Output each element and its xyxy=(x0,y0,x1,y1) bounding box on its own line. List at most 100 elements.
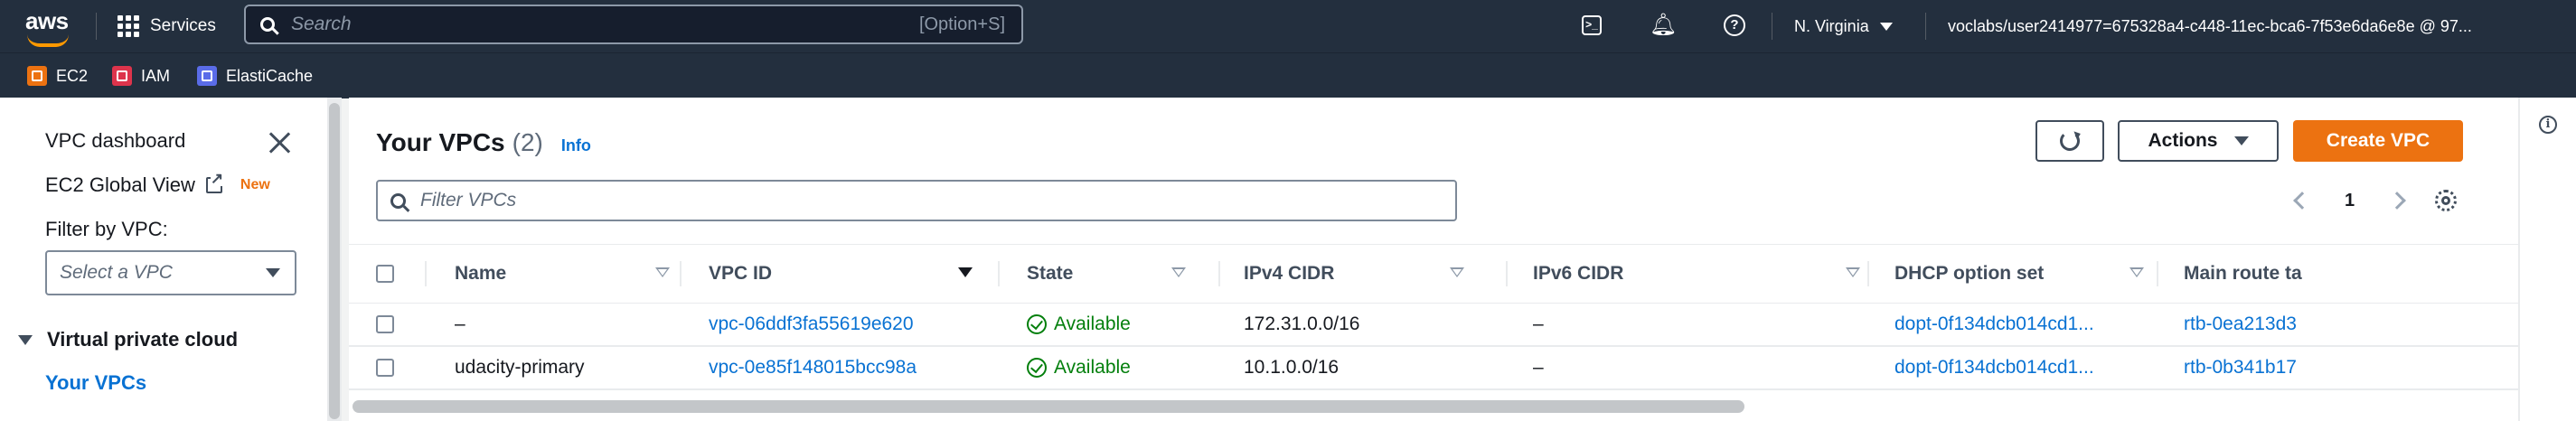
account-menu[interactable]: voclabs/user2414977=675328a4-c448-11ec-b… xyxy=(1948,13,2472,40)
help-button[interactable]: ? xyxy=(1720,11,1749,40)
next-page-icon[interactable] xyxy=(2388,192,2407,210)
gear-icon[interactable] xyxy=(2435,190,2457,211)
create-vpc-button[interactable]: Create VPC xyxy=(2293,120,2463,162)
elasticache-icon xyxy=(197,66,217,86)
global-view-label: EC2 Global View xyxy=(45,173,195,196)
refresh-button[interactable] xyxy=(2035,120,2104,162)
column-header-ipv4-cidr[interactable]: IPv4 CIDR xyxy=(1244,245,1497,303)
vpc-table-panel: Your VPCs (2) Info Actions Create VPC Fi… xyxy=(349,98,2518,421)
sidebar: VPC dashboard EC2 Global View New Filter… xyxy=(0,98,327,421)
sort-icon xyxy=(1171,267,1186,277)
cell-name: – xyxy=(455,313,465,334)
main-route-table-link[interactable]: rtb-0b341b17 xyxy=(2184,347,2509,388)
sort-icon xyxy=(1846,267,1860,277)
region-label: N. Virginia xyxy=(1794,16,1869,35)
actions-label: Actions xyxy=(2148,130,2218,151)
column-divider xyxy=(425,261,427,286)
favorite-label: IAM xyxy=(141,66,171,85)
section-virtual-private-cloud[interactable]: Virtual private cloud xyxy=(18,328,238,351)
nav-divider xyxy=(96,13,97,40)
column-header-dhcp-option-set[interactable]: DHCP option set xyxy=(1894,245,2157,303)
cell-ipv4-cidr: 172.31.0.0/16 xyxy=(1244,313,1360,334)
scrollbar-thumb[interactable] xyxy=(353,400,1744,413)
info-icon[interactable]: i xyxy=(2539,116,2557,134)
caret-down-icon xyxy=(2233,136,2249,145)
column-header-ipv6-cidr[interactable]: IPv6 CIDR xyxy=(1533,245,1894,303)
table-row[interactable]: – vpc-06ddf3fa55619e620 Available 172.31… xyxy=(349,304,2518,347)
services-label: Services xyxy=(150,16,216,35)
column-divider xyxy=(1218,261,1220,286)
sidebar-item-ec2-global-view[interactable]: EC2 Global View New xyxy=(45,171,270,197)
main-route-table-link[interactable]: rtb-0ea213d3 xyxy=(2184,304,2509,345)
aws-smile-icon xyxy=(27,34,69,47)
global-search-input[interactable]: Search [Option+S] xyxy=(244,5,1023,44)
sort-icon xyxy=(2129,267,2144,277)
column-label: DHCP option set xyxy=(1894,263,2045,284)
services-menu-button[interactable]: Services xyxy=(118,9,216,43)
column-header-state[interactable]: State xyxy=(1027,245,1208,303)
sidebar-item-vpc-dashboard[interactable]: VPC dashboard xyxy=(45,129,185,153)
section-label: Virtual private cloud xyxy=(47,328,239,351)
previous-page-icon[interactable] xyxy=(2293,192,2311,210)
favorite-label: ElastiCache xyxy=(226,66,314,85)
favorite-iam[interactable]: IAM xyxy=(112,64,170,88)
vpc-count: (2) xyxy=(512,128,543,156)
filter-by-vpc-label: Filter by VPC: xyxy=(45,218,168,240)
table-horizontal-scrollbar[interactable] xyxy=(349,396,2518,417)
close-icon[interactable] xyxy=(267,130,292,155)
column-header-main-route-table[interactable]: Main route ta xyxy=(2184,245,2518,303)
column-header-vpc-id[interactable]: VPC ID xyxy=(709,245,989,303)
current-page[interactable]: 1 xyxy=(2345,191,2355,211)
status-ok-icon xyxy=(1027,314,1047,334)
notifications-button[interactable]: 🔔︎ xyxy=(1649,11,1678,40)
terminal-icon: >_ xyxy=(1582,15,1602,35)
dhcp-option-set-link[interactable]: dopt-0f134dcb014cd1... xyxy=(1894,304,2094,345)
column-label: IPv4 CIDR xyxy=(1244,263,1335,284)
top-navigation: aws Services Search [Option+S] >_ 🔔︎ ? N… xyxy=(0,0,2576,52)
vpc-filter-select[interactable]: Select a VPC xyxy=(45,250,296,295)
cloudshell-button[interactable]: >_ xyxy=(1577,11,1606,40)
cell-ipv6-cidr: – xyxy=(1533,313,1544,334)
search-shortcut-hint: [Option+S] xyxy=(918,14,1005,34)
favorite-ec2[interactable]: EC2 xyxy=(27,64,88,88)
vpc-id-link[interactable]: vpc-0e85f148015bcc98a xyxy=(709,347,917,388)
help-panel-rail: i xyxy=(2520,98,2576,421)
grid-icon xyxy=(118,15,139,37)
page-title: Your VPCs (2) Info xyxy=(376,128,591,157)
column-divider xyxy=(998,261,1000,286)
status-ok-icon xyxy=(1027,358,1047,378)
column-divider xyxy=(2157,261,2158,286)
scrollbar-thumb[interactable] xyxy=(329,103,340,419)
select-all-checkbox[interactable] xyxy=(376,265,394,283)
caret-down-icon xyxy=(18,334,33,345)
info-link[interactable]: Info xyxy=(561,136,591,155)
column-label: IPv6 CIDR xyxy=(1533,263,1624,284)
account-label: voclabs/user2414977=675328a4-c448-11ec-b… xyxy=(1948,16,2472,35)
aws-logo-text: aws xyxy=(25,7,69,34)
table-header: Name VPC ID State IPv4 CIDR IPv6 CIDR DH… xyxy=(349,244,2518,304)
vpc-id-link[interactable]: vpc-06ddf3fa55619e620 xyxy=(709,304,914,345)
aws-logo[interactable]: aws xyxy=(25,7,69,47)
row-checkbox[interactable] xyxy=(376,359,394,377)
new-badge: New xyxy=(240,177,270,192)
filter-vpcs-input[interactable]: Filter VPCs xyxy=(376,180,1457,221)
bell-icon: 🔔︎ xyxy=(1649,13,1678,37)
help-icon: ? xyxy=(1724,14,1745,36)
dhcp-option-set-link[interactable]: dopt-0f134dcb014cd1... xyxy=(1894,347,2094,388)
column-divider xyxy=(680,261,682,286)
sidebar-item-your-vpcs[interactable]: Your VPCs xyxy=(45,371,146,395)
column-divider xyxy=(1867,261,1869,286)
favorite-elasticache[interactable]: ElastiCache xyxy=(197,64,313,88)
column-label: Main route ta xyxy=(2184,263,2302,284)
vpc-filter-placeholder: Select a VPC xyxy=(60,262,173,283)
status-text: Available xyxy=(1054,313,1131,334)
region-selector[interactable]: N. Virginia xyxy=(1794,13,1893,40)
cell-ipv6-cidr: – xyxy=(1533,357,1544,378)
cell-name: udacity-primary xyxy=(455,357,585,378)
table-row[interactable]: udacity-primary vpc-0e85f148015bcc98a Av… xyxy=(349,347,2518,390)
column-header-name[interactable]: Name xyxy=(455,245,672,303)
actions-dropdown-button[interactable]: Actions xyxy=(2118,120,2279,162)
caret-down-icon xyxy=(266,268,280,277)
row-checkbox[interactable] xyxy=(376,315,394,333)
sidebar-scrollbar[interactable] xyxy=(327,98,342,421)
